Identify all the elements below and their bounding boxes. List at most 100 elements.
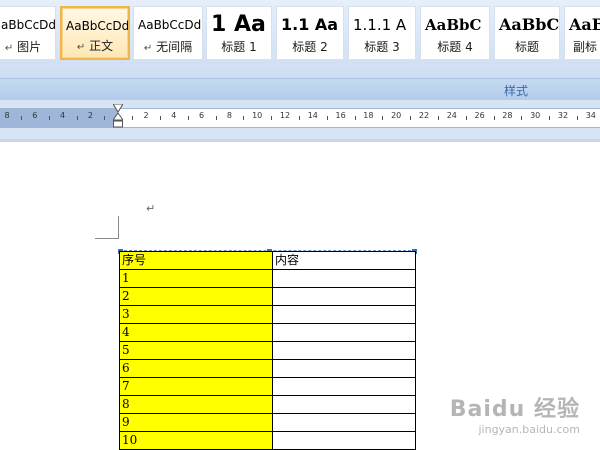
ribbon: aBbCcDd ↵ 图片 AaBbCcDd ↵ 正文 AaBbCcDd ↵ 无间… [0,0,600,100]
ruler-tick-label: 8 [4,111,10,120]
indent-marker-icon[interactable] [113,104,123,128]
margin-corner-mark-vertical [118,216,119,238]
ruler-tick-label: 28 [502,111,513,120]
ruler-tick [437,116,439,120]
style-picture[interactable]: aBbCcDd ↵ 图片 [0,6,56,60]
style-label: 副标 [573,38,600,55]
style-heading-2[interactable]: 1.1 Aa 标题 2 [276,6,344,60]
style-label: 标题 2 [277,38,343,55]
row-content-cell[interactable] [272,269,416,288]
ruler-tick-label: 6 [199,111,205,120]
style-label: 标题 1 [207,38,271,55]
ruler-tick-label: 6 [32,111,38,120]
ruler-tick-label: 34 [585,111,596,120]
header-cell-number[interactable]: 序号 [119,251,273,270]
row-content-cell[interactable] [272,413,416,432]
style-heading-3[interactable]: 1.1.1 A 标题 3 [348,6,416,60]
row-number-cell[interactable]: 10 [119,431,273,450]
style-name: 标题 4 [437,40,473,54]
style-preview: 1.1 Aa [281,15,339,34]
style-preview: AaBbC [499,15,560,34]
ruler-tick [132,116,134,120]
horizontal-ruler[interactable]: 8 6 4 2 2 4 6 8 10 12 14 16 18 20 22 24 26 28 30 32 34 [0,108,600,128]
ruler-tick-label: 10 [252,111,263,120]
row-content-cell[interactable] [272,305,416,324]
row-content-cell[interactable] [272,341,416,360]
style-preview: aBbCcDd [1,18,56,32]
ruler-tick [382,116,384,120]
row-number-cell[interactable]: 3 [119,305,273,324]
ruler-tick [243,116,245,120]
ruler-tick-label: 32 [557,111,569,120]
table-row: 10 [119,431,416,450]
row-content-cell[interactable] [272,323,416,342]
style-name: 标题 3 [364,40,400,54]
row-content-cell[interactable] [272,287,416,306]
style-title[interactable]: AaBbC 标题 [494,6,560,60]
ruler-tick-label: 14 [307,111,318,120]
style-heading-1[interactable]: 1 Aa 标题 1 [206,6,272,60]
row-content-cell[interactable] [272,395,416,414]
style-no-spacing[interactable]: AaBbCcDd ↵ 无间隔 [133,6,203,60]
style-label: 标题 [495,38,559,55]
ruler-tick [187,116,189,120]
header-cell-content[interactable]: 内容 [272,251,416,270]
ruler-tick [326,116,328,120]
ruler-tick [104,116,106,120]
row-content-cell[interactable] [272,431,416,450]
ruler-tick-label: 24 [446,111,457,120]
ruler-tick [576,116,578,120]
ruler-tick [298,116,300,120]
ruler-tick-label: 20 [391,111,402,120]
ruler-tick [410,116,412,120]
table-row: 7 [119,377,416,396]
ruler-tick-label: 4 [171,111,177,120]
watermark: Baidu 经验 jingyan.baidu.com [450,391,580,436]
ruler-tick [271,116,273,120]
style-subtitle[interactable]: AaB 副标 [564,6,600,60]
row-content-cell[interactable] [272,377,416,396]
paragraph-mark-icon: ↵ [76,42,86,53]
ruler-tick [549,116,551,120]
style-preview: AaBbCcDd [66,19,130,33]
row-number-cell[interactable]: 7 [119,377,273,396]
row-number-cell[interactable]: 6 [119,359,273,378]
style-name: 标题 1 [221,40,257,54]
table-row: 8 [119,395,416,414]
ruler-tick [521,116,523,120]
row-number-cell[interactable]: 2 [119,287,273,306]
style-preview: AaB [569,15,600,34]
style-name: 标题 2 [292,40,328,54]
row-number-cell[interactable]: 4 [119,323,273,342]
style-label: ↵ 图片 [0,38,55,55]
ruler-tick-label: 8 [226,111,232,120]
styles-gallery: aBbCcDd ↵ 图片 AaBbCcDd ↵ 正文 AaBbCcDd ↵ 无间… [0,0,600,64]
ruler-tick-label: 4 [60,111,66,120]
table-row: 4 [119,323,416,342]
ruler-tick [354,116,356,120]
style-name: 副标 [573,40,598,54]
paragraph-mark-icon: ↵ [4,43,14,54]
style-preview: 1 Aa [211,12,266,37]
watermark-brand: Baidu 经验 [449,397,580,422]
data-table[interactable]: 序号 内容 1 2 3 4 5 6 7 8 9 10 [119,251,416,450]
table-row: 1 [119,269,416,288]
row-number-cell[interactable]: 5 [119,341,273,360]
style-label: ↵ 无间隔 [134,38,202,55]
style-name: 无间隔 [156,40,193,54]
horizontal-ruler-area: 8 6 4 2 2 4 6 8 10 12 14 16 18 20 22 24 26 28 30 32 34 [0,100,600,140]
ruler-tick-label: 22 [418,111,430,120]
ruler-tick-label: 16 [335,111,346,120]
row-number-cell[interactable]: 1 [119,269,273,288]
row-content-cell[interactable] [272,359,416,378]
style-normal[interactable]: AaBbCcDd ↵ 正文 [60,6,130,60]
row-number-cell[interactable]: 8 [119,395,273,414]
style-label: 标题 4 [421,38,489,55]
styles-group-bar: 样式 [0,78,600,100]
table-row: 2 [119,287,416,306]
row-number-cell[interactable]: 9 [119,413,273,432]
paragraph-mark-icon: ↵ [143,43,153,54]
table-header-row: 序号 内容 [119,251,416,270]
ruler-tick-label: 12 [279,111,291,120]
style-heading-4[interactable]: AaBbC 标题 4 [420,6,490,60]
